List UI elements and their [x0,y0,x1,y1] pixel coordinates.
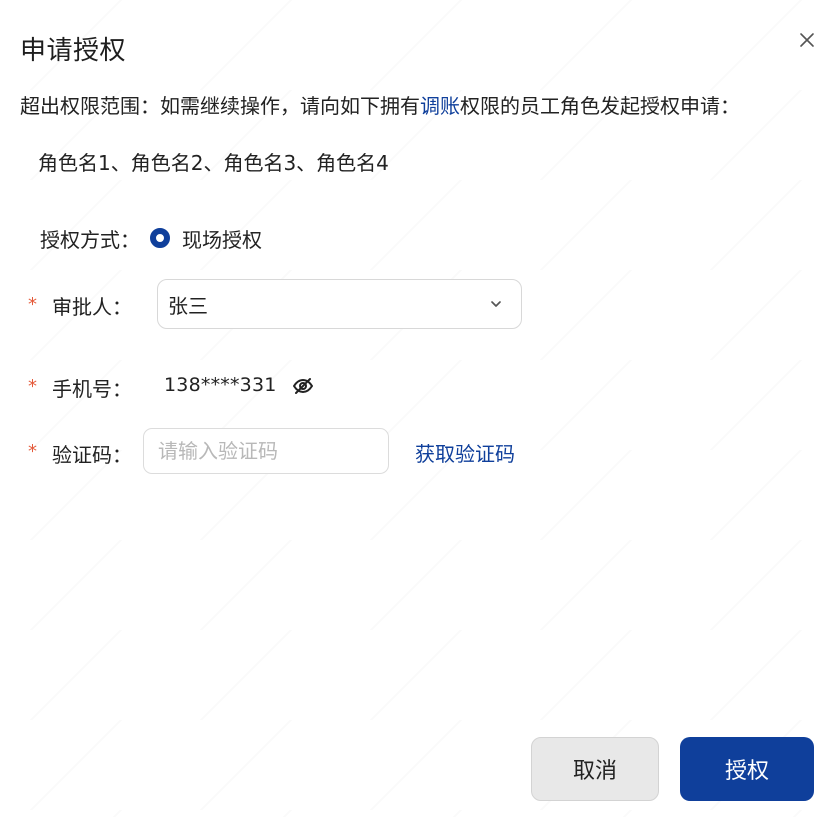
required-asterisk: * [28,376,37,397]
permission-link[interactable]: 调账 [420,94,460,118]
approver-select[interactable]: 张三 [157,279,522,329]
dialog-title: 申请授权 [20,36,127,66]
toggle-phone-visibility-button[interactable] [291,374,315,398]
required-asterisk: * [28,294,37,315]
eye-off-icon [293,378,313,394]
role-list: 角色名1、角色名2、角色名3、角色名4 [38,151,389,175]
authorize-button[interactable]: 授权 [680,737,814,801]
verification-code-label: 验证码： [52,443,132,467]
close-button[interactable] [795,28,819,52]
approver-value: 张三 [168,293,208,318]
description-prefix: 超出权限范围：如需继续操作，请向如下拥有 [20,94,420,118]
cancel-button[interactable]: 取消 [531,737,659,801]
authorization-dialog: 申请授权 超出权限范围：如需继续操作，请向如下拥有调账权限的员工角色发起授权申请… [0,0,831,817]
auth-method-label: 授权方式： [40,227,140,252]
close-icon [800,33,814,47]
radio-selected-icon [150,228,170,248]
onsite-auth-radio[interactable]: 现场授权 [150,224,262,253]
required-asterisk: * [28,441,37,462]
chevron-down-icon [491,301,501,307]
approver-label: 审批人： [52,295,132,319]
phone-row: * 手机号： 138****331 [0,368,831,402]
phone-label: 手机号： [52,377,132,401]
auth-method-row: 授权方式： 现场授权 [40,221,262,255]
permission-description: 超出权限范围：如需继续操作，请向如下拥有调账权限的员工角色发起授权申请： [20,90,740,119]
get-code-button[interactable]: 获取验证码 [415,438,515,467]
verification-code-input[interactable] [143,428,389,474]
watermark-pattern [0,0,831,817]
verification-code-row: * 验证码： 获取验证码 [0,428,831,476]
phone-value: 138****331 [164,374,277,396]
description-suffix: 权限的员工角色发起授权申请： [460,94,740,118]
onsite-auth-label: 现场授权 [182,227,262,252]
approver-row: * 审批人： 张三 [0,279,831,331]
